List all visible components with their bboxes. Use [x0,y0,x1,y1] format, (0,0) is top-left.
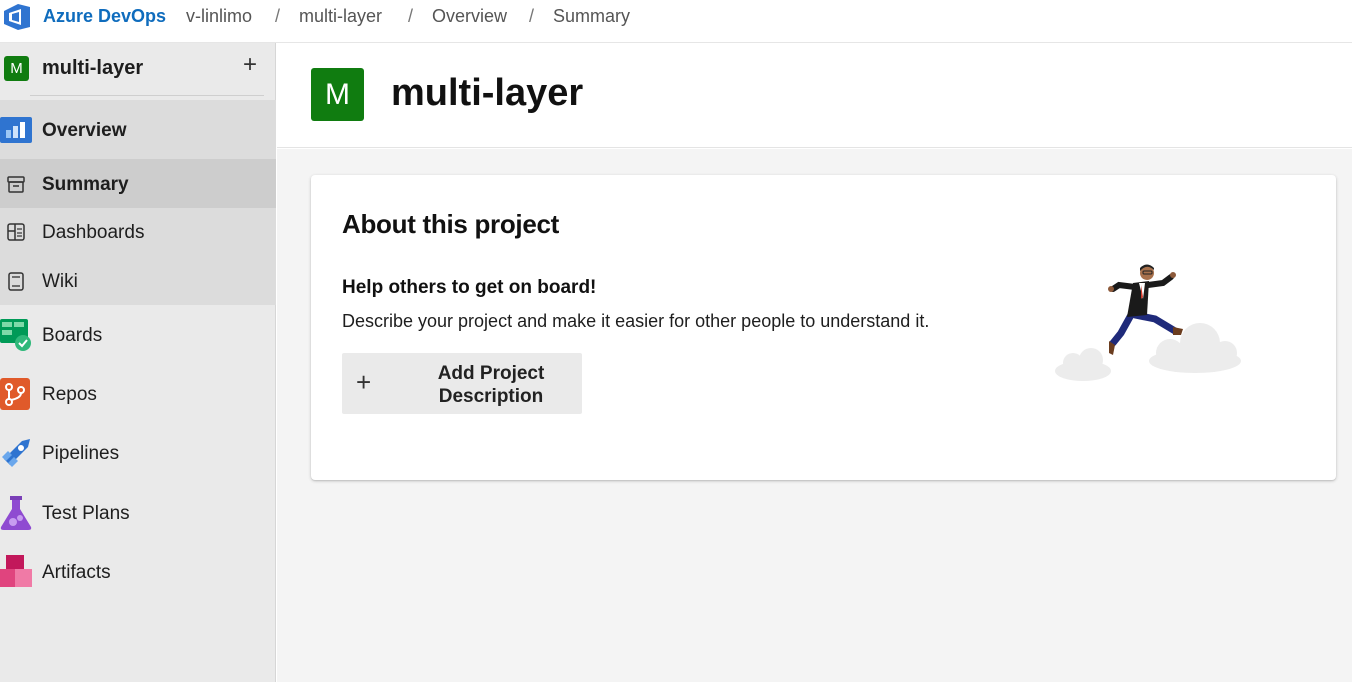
sidebar: M multi-layer + Overview Summary Dashboa… [0,43,276,682]
button-label-line-2: Description [438,386,544,407]
jumping-person-illustration [1055,264,1241,381]
brand-link[interactable]: Azure DevOps [43,6,166,27]
breadcrumb-separator: / [275,6,281,26]
sidebar-item-label: Test Plans [42,503,130,524]
dashboards-icon [7,223,25,241]
project-selector[interactable]: M multi-layer + [0,43,276,95]
sidebar-item-label: Pipelines [42,443,120,464]
sidebar-item-label: Artifacts [42,562,111,583]
sidebar-item-test-plans[interactable]: Test Plans [0,496,276,530]
new-project-button[interactable]: + [238,53,262,77]
sidebar-item-label: Repos [42,384,97,405]
project-header: M multi-layer [277,43,1352,148]
cloud-right [1149,323,1241,373]
plus-icon: + [356,367,372,397]
breadcrumb-overview[interactable]: Overview [432,6,507,27]
overview-icon [0,117,32,143]
add-project-description-button[interactable]: + Add Project Description [342,353,582,414]
card-description: Describe your project and make it easier… [342,311,930,331]
sidebar-item-wiki[interactable]: Wiki [0,268,276,294]
project-avatar: M [4,56,29,81]
breadcrumb-summary[interactable]: Summary [553,6,630,27]
card-title: About this project [342,209,560,239]
sidebar-item-label: Wiki [42,271,78,292]
project-name: multi-layer [42,57,144,79]
sidebar-item-boards[interactable]: Boards [0,319,276,351]
artifacts-icon [0,555,32,587]
summary-icon [7,176,25,193]
button-label: Add Project Description [426,362,556,408]
divider [30,95,264,96]
button-label-line-1: Add Project [437,363,545,384]
breadcrumb-project[interactable]: multi-layer [299,6,382,27]
sidebar-item-pipelines[interactable]: Pipelines [0,437,276,469]
top-bar: Azure DevOps v-linlimo / multi-layer / O… [0,0,1352,43]
wiki-icon [8,272,24,291]
about-project-card: About this project Help others to get on… [311,175,1336,480]
card-subtitle: Help others to get on board! [342,277,597,298]
page-title: multi-layer [391,72,584,114]
sidebar-item-summary[interactable]: Summary [0,170,276,198]
sidebar-item-dashboards[interactable]: Dashboards [0,219,276,245]
sidebar-item-artifacts[interactable]: Artifacts [0,555,276,589]
project-avatar-large: M [311,68,364,121]
sidebar-item-overview[interactable]: Overview [0,114,276,146]
cloud-left [1055,348,1111,381]
sidebar-item-repos[interactable]: Repos [0,378,276,410]
sidebar-item-label: Summary [42,174,129,195]
sidebar-item-label: Overview [42,120,127,141]
pipelines-icon [2,439,30,467]
breadcrumb-separator: / [529,6,535,26]
azure-devops-logo-icon[interactable] [2,2,32,32]
test-plans-icon [0,496,32,530]
sidebar-item-label: Boards [42,325,103,346]
breadcrumb-organization[interactable]: v-linlimo [186,6,252,27]
sidebar-item-label: Dashboards [42,222,145,243]
repos-icon [0,378,30,410]
boards-icon [0,319,31,351]
breadcrumb-separator: / [408,6,414,26]
